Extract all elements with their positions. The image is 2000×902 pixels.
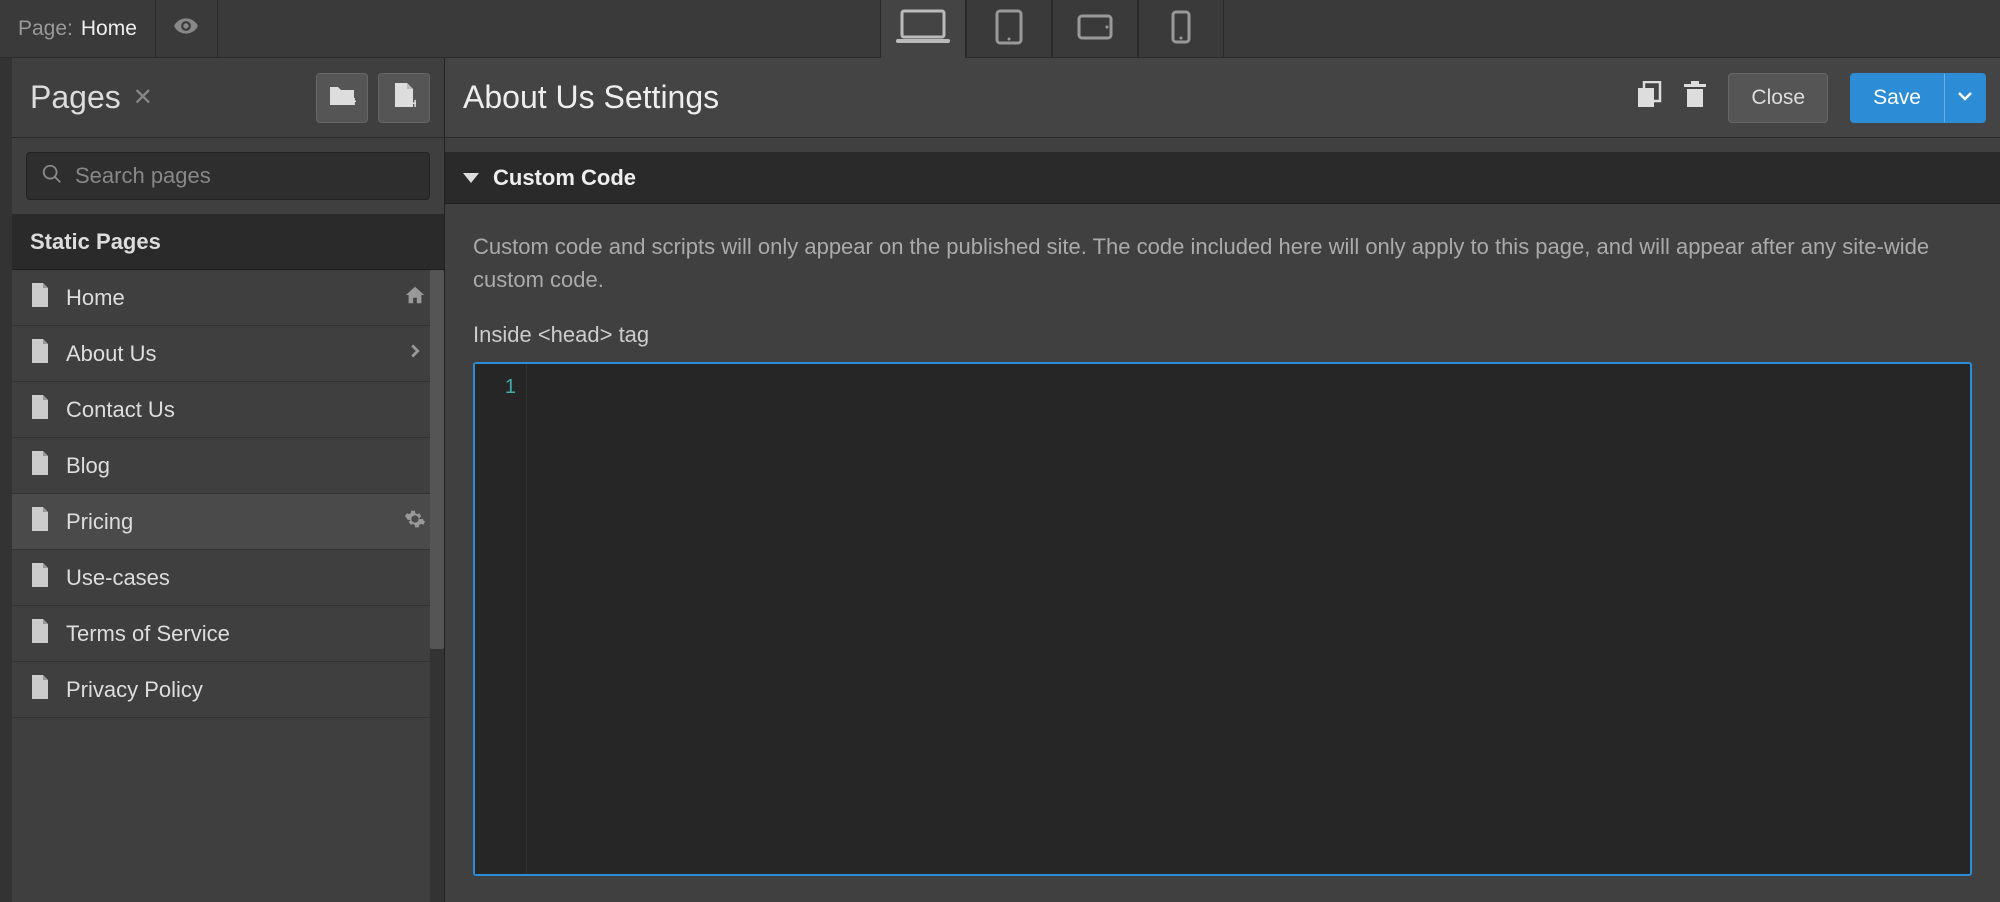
page-icon	[30, 283, 50, 313]
pages-panel: Pages ✕ + +	[0, 58, 445, 902]
chevron-down-icon	[1958, 89, 1972, 107]
page-item-home[interactable]: Home	[12, 270, 444, 326]
scrollbar-thumb[interactable]	[430, 270, 444, 649]
settings-content: About Us Settings Close Save	[445, 58, 2000, 902]
custom-code-body: Custom code and scripts will only appear…	[445, 204, 2000, 902]
pages-panel-header: Pages ✕ + +	[12, 58, 444, 138]
page-list: Home About Us Contact Us Blog	[12, 270, 444, 718]
settings-header: About Us Settings Close Save	[445, 58, 2000, 138]
page-item-about-us[interactable]: About Us	[12, 326, 444, 382]
static-pages-heading: Static Pages	[12, 215, 444, 270]
search-wrap	[12, 138, 444, 215]
trash-icon	[1684, 96, 1706, 113]
tablet-icon	[995, 9, 1023, 50]
page-icon	[30, 339, 50, 369]
page-item-label: Privacy Policy	[66, 677, 203, 703]
device-switcher	[880, 0, 1224, 58]
page-item-terms-of-service[interactable]: Terms of Service	[12, 606, 444, 662]
settings-actions: Close Save	[1636, 73, 1986, 123]
page-label-prefix: Page:	[18, 17, 73, 41]
save-button-group: Save	[1850, 73, 1986, 123]
close-button[interactable]: Close	[1728, 73, 1828, 123]
top-bar-left: Page: Home	[0, 0, 218, 57]
help-text: Custom code and scripts will only appear…	[473, 230, 1972, 296]
delete-button[interactable]	[1684, 81, 1706, 114]
search-input[interactable]	[75, 163, 415, 189]
device-tablet-landscape-button[interactable]	[1052, 0, 1138, 58]
svg-text:+: +	[411, 95, 416, 109]
svg-text:+: +	[350, 93, 356, 107]
page-item-label: Blog	[66, 453, 110, 479]
save-dropdown-button[interactable]	[1944, 73, 1986, 123]
page-item-label: About Us	[66, 341, 157, 367]
mobile-icon	[1171, 10, 1191, 49]
page-icon	[30, 675, 50, 705]
page-item-contact-us[interactable]: Contact Us	[12, 382, 444, 438]
search-box[interactable]	[26, 152, 430, 200]
search-icon	[41, 163, 75, 190]
home-icon	[404, 284, 426, 312]
page-icon	[30, 563, 50, 593]
preview-toggle-button[interactable]	[156, 0, 218, 57]
page-icon	[30, 451, 50, 481]
page-icon	[30, 619, 50, 649]
triangle-down-icon	[463, 173, 479, 183]
page-item-blog[interactable]: Blog	[12, 438, 444, 494]
page-item-privacy-policy[interactable]: Privacy Policy	[12, 662, 444, 718]
custom-code-section-toggle[interactable]: Custom Code	[445, 152, 2000, 204]
gear-icon[interactable]	[404, 508, 426, 536]
page-icon	[30, 507, 50, 537]
close-panel-button[interactable]: ✕	[133, 83, 153, 112]
head-tag-label: Inside <head> tag	[473, 322, 1972, 348]
line-number: 1	[485, 376, 516, 399]
tablet-landscape-icon	[1077, 14, 1113, 45]
page-indicator[interactable]: Page: Home	[0, 0, 156, 57]
top-bar: Page: Home	[0, 0, 2000, 58]
page-item-label: Pricing	[66, 509, 133, 535]
head-code-editor[interactable]: 1	[473, 362, 1972, 876]
copy-icon	[1636, 96, 1662, 113]
device-desktop-button[interactable]	[880, 0, 966, 58]
chevron-right-icon	[404, 340, 426, 368]
device-tablet-button[interactable]	[966, 0, 1052, 58]
page-item-use-cases[interactable]: Use-cases	[12, 550, 444, 606]
page-item-label: Use-cases	[66, 565, 170, 591]
page-item-label: Terms of Service	[66, 621, 230, 647]
editor-gutter: 1	[475, 364, 527, 874]
folder-plus-icon: +	[328, 83, 356, 112]
new-folder-button[interactable]: +	[316, 73, 368, 123]
page-item-label: Home	[66, 285, 125, 311]
page-icon	[30, 395, 50, 425]
page-plus-icon: +	[392, 81, 416, 114]
main-area: Pages ✕ + +	[0, 58, 2000, 902]
desktop-icon	[896, 9, 950, 50]
editor-textarea[interactable]	[527, 364, 1970, 874]
new-page-button[interactable]: +	[378, 73, 430, 123]
section-title: Custom Code	[493, 165, 636, 191]
page-item-label: Contact Us	[66, 397, 175, 423]
device-mobile-button[interactable]	[1138, 0, 1224, 58]
copy-button[interactable]	[1636, 81, 1662, 114]
close-icon: ✕	[133, 84, 153, 111]
sidebar-scrollbar[interactable]	[430, 270, 444, 902]
save-button[interactable]: Save	[1850, 73, 1944, 123]
pages-panel-title: Pages	[30, 79, 121, 116]
eye-icon	[173, 13, 199, 44]
page-item-pricing[interactable]: Pricing	[12, 494, 444, 550]
current-page-name: Home	[81, 17, 137, 41]
settings-title: About Us Settings	[463, 79, 719, 116]
pages-panel-actions: + +	[316, 73, 430, 123]
